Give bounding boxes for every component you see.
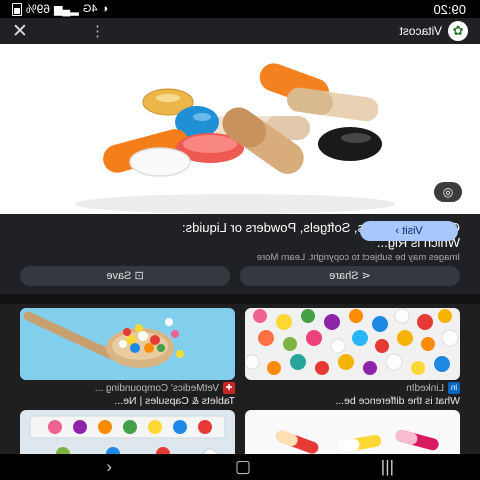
related-title[interactable]: What is the difference be... (245, 395, 460, 407)
related-source: in LinkedIn (245, 382, 460, 394)
source-name[interactable]: Vitacost (400, 24, 442, 38)
pills-pile-thumbnail (245, 308, 460, 380)
source-logo: ✿ (448, 21, 468, 41)
bookmark-icon: ⊡ (134, 270, 144, 282)
related-card[interactable] (245, 410, 460, 454)
related-thumbnail[interactable] (20, 410, 235, 454)
status-bar: 09:20 ◐ 4G ▂▄▆ 69% (0, 0, 480, 18)
related-images: in LinkedIn What is the difference be... (0, 304, 480, 454)
signal-icon: ▂▄▆ (54, 3, 79, 16)
related-source-label: VetMedics' Compounding ... (94, 382, 219, 394)
alarm-icon: ◐ (101, 3, 109, 15)
related-thumbnail[interactable] (245, 410, 460, 454)
linkedin-icon: in (448, 382, 460, 394)
pills-illustration (0, 44, 480, 214)
result-info: Capsules, Tablets, Softgels, Powders or … (0, 214, 480, 294)
spoon-pills-thumbnail (20, 308, 235, 380)
share-icon: ⋖ (361, 270, 371, 282)
recent-apps-icon[interactable]: ||| (381, 457, 394, 477)
save-button[interactable]: ⊡ Save (20, 266, 230, 286)
more-options-icon[interactable]: ⋮ (90, 22, 105, 40)
save-label: Save (106, 270, 132, 282)
share-button[interactable]: ⋖ Share (240, 266, 460, 286)
viewer-header: ✿ Vitacost ⋮ ✕ (0, 18, 480, 44)
home-icon[interactable]: ▢ (235, 457, 251, 477)
vetmedics-icon: ✚ (223, 382, 235, 394)
chevron-right-icon: › (395, 225, 400, 237)
status-time: 09:20 (433, 2, 466, 17)
close-icon[interactable]: ✕ (12, 20, 28, 43)
related-source: ✚ VetMedics' Compounding ... (20, 382, 235, 394)
share-label: Share (329, 270, 359, 282)
related-thumbnail[interactable] (20, 308, 235, 380)
related-card[interactable]: ✚ VetMedics' Compounding ... Tablets & C… (20, 308, 235, 407)
main-image[interactable]: ◎ (0, 44, 480, 214)
lens-search-icon[interactable]: ◎ (434, 182, 462, 202)
blister-pills-thumbnail (20, 410, 235, 454)
back-icon[interactable]: ‹ (106, 457, 112, 477)
related-title[interactable]: Tablets & Capsules | Ne... (20, 395, 235, 407)
screen: 09:20 ◐ 4G ▂▄▆ 69% ✿ Vitacost ⋮ ✕ ◎ Caps… (0, 0, 480, 480)
related-thumbnail[interactable] (245, 308, 460, 380)
copyright-note[interactable]: Images may be subject to copyright. Lear… (257, 252, 460, 263)
battery-icon (12, 2, 22, 16)
network-label: 4G (82, 3, 98, 15)
capsules-thumbnail (245, 410, 460, 454)
visit-button[interactable]: Visit › (360, 221, 458, 241)
system-nav-bar: ||| ▢ ‹ (0, 454, 480, 480)
related-card[interactable] (20, 410, 235, 454)
status-icons: ◐ 4G ▂▄▆ 69% (12, 2, 108, 16)
related-source-label: LinkedIn (406, 382, 444, 394)
related-card[interactable]: in LinkedIn What is the difference be... (245, 308, 460, 407)
battery-percent: 69% (26, 2, 51, 16)
section-divider (0, 294, 480, 304)
visit-label: Visit (402, 225, 423, 237)
